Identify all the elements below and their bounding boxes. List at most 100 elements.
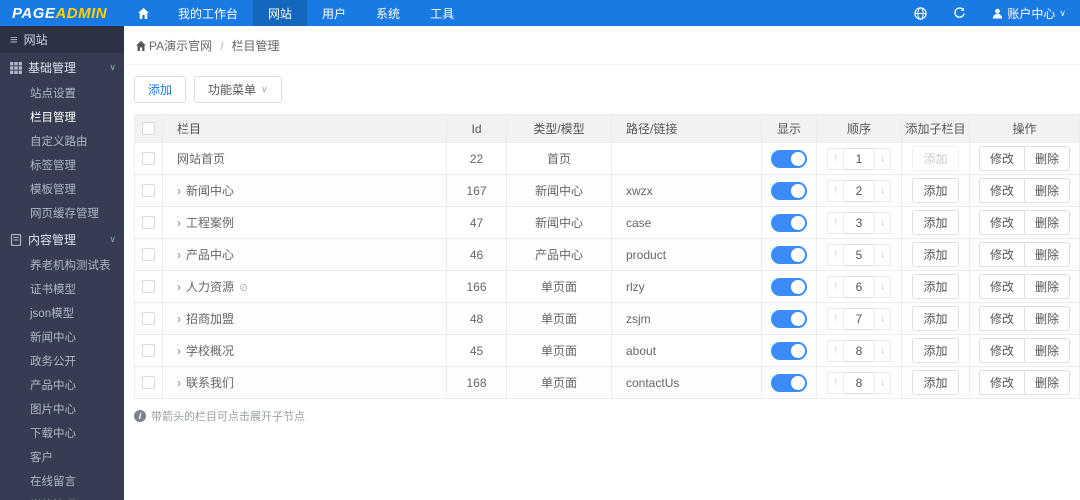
row-checkbox[interactable]	[142, 312, 155, 325]
add-child-button[interactable]: 添加	[912, 242, 959, 267]
expand-arrow-icon[interactable]: ›	[177, 280, 181, 294]
order-up-button[interactable]: ↑	[827, 179, 844, 202]
order-down-button[interactable]: ↓	[874, 179, 891, 202]
sidebar-item[interactable]: 证书模型	[0, 277, 124, 301]
add-child-button[interactable]: 添加	[912, 370, 959, 395]
order-up-button[interactable]: ↑	[827, 307, 844, 330]
delete-button[interactable]: 删除	[1024, 210, 1071, 235]
sidebar-header[interactable]: ≡ 网站	[0, 26, 124, 53]
account-menu[interactable]: 账户中心 ∨	[992, 5, 1066, 22]
order-up-button[interactable]: ↑	[827, 211, 844, 234]
add-button[interactable]: 添加	[134, 76, 187, 103]
row-checkbox[interactable]	[142, 184, 155, 197]
visible-toggle[interactable]	[771, 245, 807, 264]
order-input[interactable]: 8	[844, 339, 874, 362]
order-down-button[interactable]: ↓	[874, 339, 891, 362]
sidebar-item[interactable]: 产品中心	[0, 373, 124, 397]
globe-icon[interactable]	[914, 6, 928, 20]
sidebar-item[interactable]: 网页缓存管理	[0, 201, 124, 225]
sidebar-item[interactable]: 栏目管理	[0, 105, 124, 129]
delete-button[interactable]: 删除	[1024, 178, 1071, 203]
expand-arrow-icon[interactable]: ›	[177, 216, 181, 230]
sidebar-item[interactable]: 图片中心	[0, 397, 124, 421]
visible-toggle[interactable]	[771, 181, 807, 200]
order-input[interactable]: 1	[844, 147, 874, 170]
order-up-button[interactable]: ↑	[827, 147, 844, 170]
sidebar-group-basic[interactable]: 基础管理 ∨	[0, 53, 124, 81]
topnav-item[interactable]: 工具	[415, 0, 469, 26]
delete-button[interactable]: 删除	[1024, 370, 1071, 395]
edit-button[interactable]: 修改	[978, 146, 1025, 171]
expand-arrow-icon[interactable]: ›	[177, 312, 181, 326]
order-down-button[interactable]: ↓	[874, 371, 891, 394]
delete-button[interactable]: 删除	[1024, 274, 1071, 299]
visible-toggle[interactable]	[771, 277, 807, 296]
refresh-icon[interactable]	[953, 6, 966, 20]
row-checkbox[interactable]	[142, 248, 155, 261]
visible-toggle[interactable]	[771, 309, 807, 328]
order-input[interactable]: 5	[844, 243, 874, 266]
edit-button[interactable]: 修改	[978, 338, 1025, 363]
edit-button[interactable]: 修改	[978, 178, 1025, 203]
order-down-button[interactable]: ↓	[874, 307, 891, 330]
select-all-checkbox[interactable]	[142, 122, 155, 135]
sidebar-item[interactable]: 客户	[0, 445, 124, 469]
delete-button[interactable]: 删除	[1024, 306, 1071, 331]
expand-arrow-icon[interactable]: ›	[177, 184, 181, 198]
expand-arrow-icon[interactable]: ›	[177, 248, 181, 262]
expand-arrow-icon[interactable]: ›	[177, 344, 181, 358]
delete-button[interactable]: 删除	[1024, 242, 1071, 267]
visible-toggle[interactable]	[771, 213, 807, 232]
visible-toggle[interactable]	[771, 373, 807, 392]
sidebar-item[interactable]: 养老机构测试表	[0, 253, 124, 277]
edit-button[interactable]: 修改	[978, 210, 1025, 235]
delete-button[interactable]: 删除	[1024, 146, 1071, 171]
topnav-item[interactable]: 网站	[253, 0, 308, 26]
add-child-button[interactable]: 添加	[912, 178, 959, 203]
visible-toggle[interactable]	[771, 341, 807, 360]
edit-button[interactable]: 修改	[978, 274, 1025, 299]
sidebar-item[interactable]: json模型	[0, 301, 124, 325]
order-down-button[interactable]: ↓	[874, 243, 891, 266]
sidebar-item[interactable]: 标签管理	[0, 153, 124, 177]
order-input[interactable]: 2	[844, 179, 874, 202]
row-checkbox[interactable]	[142, 152, 155, 165]
topnav-item[interactable]: 用户	[307, 0, 361, 26]
sidebar-item[interactable]: 新闻中心	[0, 325, 124, 349]
topnav-item[interactable]: 系统	[361, 0, 415, 26]
expand-arrow-icon[interactable]: ›	[177, 376, 181, 390]
visible-toggle[interactable]	[771, 149, 807, 168]
row-checkbox[interactable]	[142, 280, 155, 293]
sidebar-item[interactable]: 政务公开	[0, 349, 124, 373]
sidebar-item[interactable]: 自定义路由	[0, 129, 124, 153]
sidebar-group-content[interactable]: 内容管理 ∨	[0, 225, 124, 253]
sidebar-item[interactable]: 站点设置	[0, 81, 124, 105]
order-input[interactable]: 7	[844, 307, 874, 330]
edit-button[interactable]: 修改	[978, 370, 1025, 395]
row-checkbox[interactable]	[142, 344, 155, 357]
sidebar-item[interactable]: 学籍管理	[0, 493, 124, 500]
order-input[interactable]: 6	[844, 275, 874, 298]
sidebar-item[interactable]: 模板管理	[0, 177, 124, 201]
order-input[interactable]: 3	[844, 211, 874, 234]
add-child-button[interactable]: 添加	[912, 274, 959, 299]
order-up-button[interactable]: ↑	[827, 275, 844, 298]
home-icon[interactable]	[124, 0, 163, 26]
add-child-button[interactable]: 添加	[912, 306, 959, 331]
breadcrumb-site[interactable]: PA演示官网	[149, 37, 212, 54]
sidebar-item[interactable]: 下载中心	[0, 421, 124, 445]
order-input[interactable]: 8	[844, 371, 874, 394]
edit-button[interactable]: 修改	[978, 242, 1025, 267]
order-up-button[interactable]: ↑	[827, 371, 844, 394]
row-checkbox[interactable]	[142, 216, 155, 229]
sidebar-item[interactable]: 在线留言	[0, 469, 124, 493]
order-up-button[interactable]: ↑	[827, 339, 844, 362]
order-down-button[interactable]: ↓	[874, 147, 891, 170]
delete-button[interactable]: 删除	[1024, 338, 1071, 363]
order-up-button[interactable]: ↑	[827, 243, 844, 266]
order-down-button[interactable]: ↓	[874, 275, 891, 298]
topnav-item[interactable]: 我的工作台	[163, 0, 253, 26]
function-menu-button[interactable]: 功能菜单 ∨	[194, 76, 282, 103]
add-child-button[interactable]: 添加	[912, 338, 959, 363]
row-checkbox[interactable]	[142, 376, 155, 389]
